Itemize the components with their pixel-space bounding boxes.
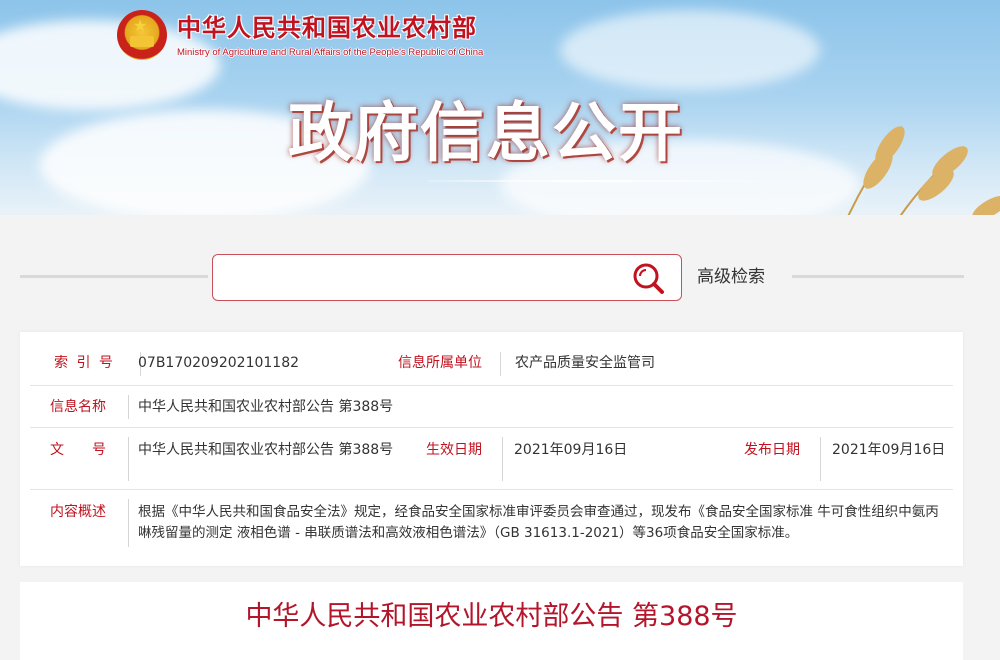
info-row-doc: 文 号 中华人民共和国农业农村部公告 第388号 生效日期 2021年09月16…	[30, 428, 953, 490]
search-input[interactable]	[223, 263, 623, 293]
summary-value: 根据《中华人民共和国食品安全法》规定，经食品安全国家标准审评委员会审查通过，现发…	[138, 504, 939, 541]
effective-date-value: 2021年09月16日	[514, 442, 628, 458]
search-icon[interactable]	[631, 261, 667, 295]
article-panel: 中华人民共和国农业农村部公告 第388号	[20, 582, 963, 660]
wheat-decoration	[847, 126, 1000, 215]
org-label: 信息所属单位	[398, 355, 482, 371]
column-divider	[128, 437, 129, 481]
search-panel: 高级检索	[0, 215, 1000, 320]
divider-left	[20, 275, 208, 278]
info-row-name: 信息名称 中华人民共和国农业农村部公告 第388号	[30, 386, 953, 428]
search-box	[212, 254, 682, 301]
name-label: 信息名称	[50, 399, 106, 415]
advanced-search-link[interactable]: 高级检索	[697, 265, 765, 289]
publish-date-value: 2021年09月16日	[832, 442, 946, 458]
header-banner: ★ 中华人民共和国农业农村部 Ministry of Agriculture a…	[0, 0, 1000, 215]
index-label: 索 引 号	[54, 355, 115, 371]
national-emblem-icon[interactable]: ★	[117, 10, 167, 60]
info-row-summary: 内容概述 根据《中华人民共和国食品安全法》规定，经食品安全国家标准审评委员会审查…	[30, 490, 953, 556]
cloud-decoration	[560, 10, 820, 90]
index-value: 07B170209202101182	[138, 355, 300, 371]
title-underline	[428, 180, 758, 182]
article-title: 中华人民共和国农业农村部公告 第388号	[245, 601, 738, 632]
column-divider	[128, 499, 129, 547]
ministry-name-cn[interactable]: 中华人民共和国农业农村部	[177, 14, 477, 42]
column-divider	[500, 352, 501, 376]
column-divider	[128, 395, 129, 419]
info-row-index: 索 引 号 07B170209202101182 信息所属单位 农产品质量安全监…	[30, 342, 953, 386]
divider-right	[792, 275, 964, 278]
section-title: 政府信息公开	[288, 97, 684, 171]
ministry-name-en[interactable]: Ministry of Agriculture and Rural Affair…	[177, 47, 483, 59]
doc-value: 中华人民共和国农业农村部公告 第388号	[138, 442, 394, 458]
star-icon: ★	[133, 16, 148, 35]
tiananmen-icon	[130, 36, 154, 47]
org-value: 农产品质量安全监管司	[515, 355, 655, 371]
info-card: 索 引 号 07B170209202101182 信息所属单位 农产品质量安全监…	[20, 332, 963, 566]
doc-label: 文 号	[50, 442, 106, 458]
column-divider	[820, 437, 821, 481]
publish-date-label: 发布日期	[744, 442, 800, 458]
column-divider	[502, 437, 503, 481]
summary-label: 内容概述	[50, 504, 106, 520]
name-value: 中华人民共和国农业农村部公告 第388号	[138, 399, 394, 415]
effective-date-label: 生效日期	[426, 442, 482, 458]
